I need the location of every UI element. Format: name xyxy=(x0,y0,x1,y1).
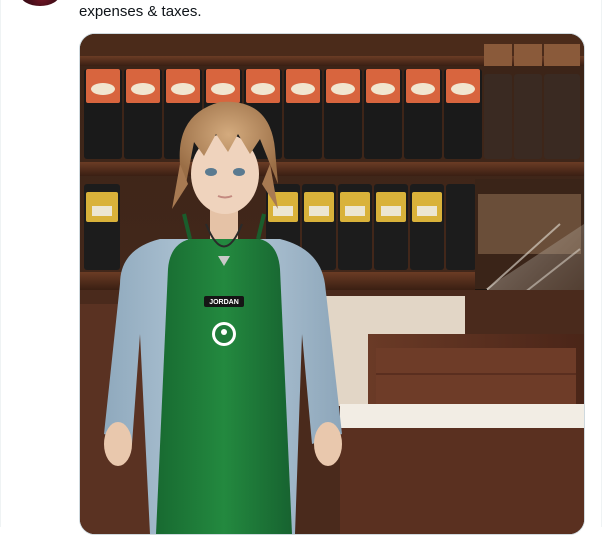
counter xyxy=(340,334,584,534)
name-tag: JORDAN xyxy=(209,299,239,306)
avatar[interactable] xyxy=(20,0,60,6)
timeline-left-border xyxy=(0,0,1,527)
tweet-media-image[interactable]: JORDAN xyxy=(79,33,585,535)
barista-photo: JORDAN xyxy=(80,34,584,534)
tweet-text: expenses & taxes. xyxy=(79,3,202,20)
